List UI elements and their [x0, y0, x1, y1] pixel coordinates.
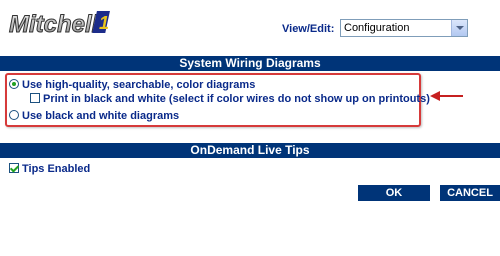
- chevron-down-icon[interactable]: [451, 20, 467, 36]
- cancel-button[interactable]: CANCEL: [440, 185, 500, 201]
- bw-diagrams-label: Use black and white diagrams: [22, 110, 180, 122]
- view-edit-select[interactable]: Configuration: [340, 19, 468, 37]
- print-bw-checkbox[interactable]: [30, 93, 40, 103]
- mitchell1-logo: Mitchell 1: [6, 6, 114, 38]
- bw-diagrams-radio[interactable]: [9, 110, 19, 120]
- live-tips-header: OnDemand Live Tips: [0, 143, 500, 158]
- tips-enabled-checkbox[interactable]: [9, 163, 19, 173]
- red-arrow-icon: [430, 91, 463, 101]
- view-edit-selected-value: Configuration: [344, 22, 410, 34]
- color-diagrams-radio[interactable]: [9, 79, 19, 89]
- tips-enabled-option[interactable]: Tips Enabled: [9, 163, 90, 175]
- svg-text:Mitchell: Mitchell: [9, 11, 100, 38]
- bw-diagrams-option[interactable]: Use black and white diagrams: [9, 110, 179, 122]
- tips-enabled-label: Tips Enabled: [22, 163, 91, 175]
- view-edit-label: View/Edit:: [282, 23, 335, 35]
- svg-text:1: 1: [99, 13, 109, 33]
- print-bw-option[interactable]: Print in black and white (select if colo…: [30, 93, 430, 105]
- color-diagrams-label: Use high-quality, searchable, color diag…: [22, 79, 256, 91]
- print-bw-label: Print in black and white (select if colo…: [43, 93, 430, 105]
- color-diagrams-option[interactable]: Use high-quality, searchable, color diag…: [9, 79, 255, 91]
- ok-button[interactable]: OK: [358, 185, 430, 201]
- wiring-diagrams-header: System Wiring Diagrams: [0, 56, 500, 71]
